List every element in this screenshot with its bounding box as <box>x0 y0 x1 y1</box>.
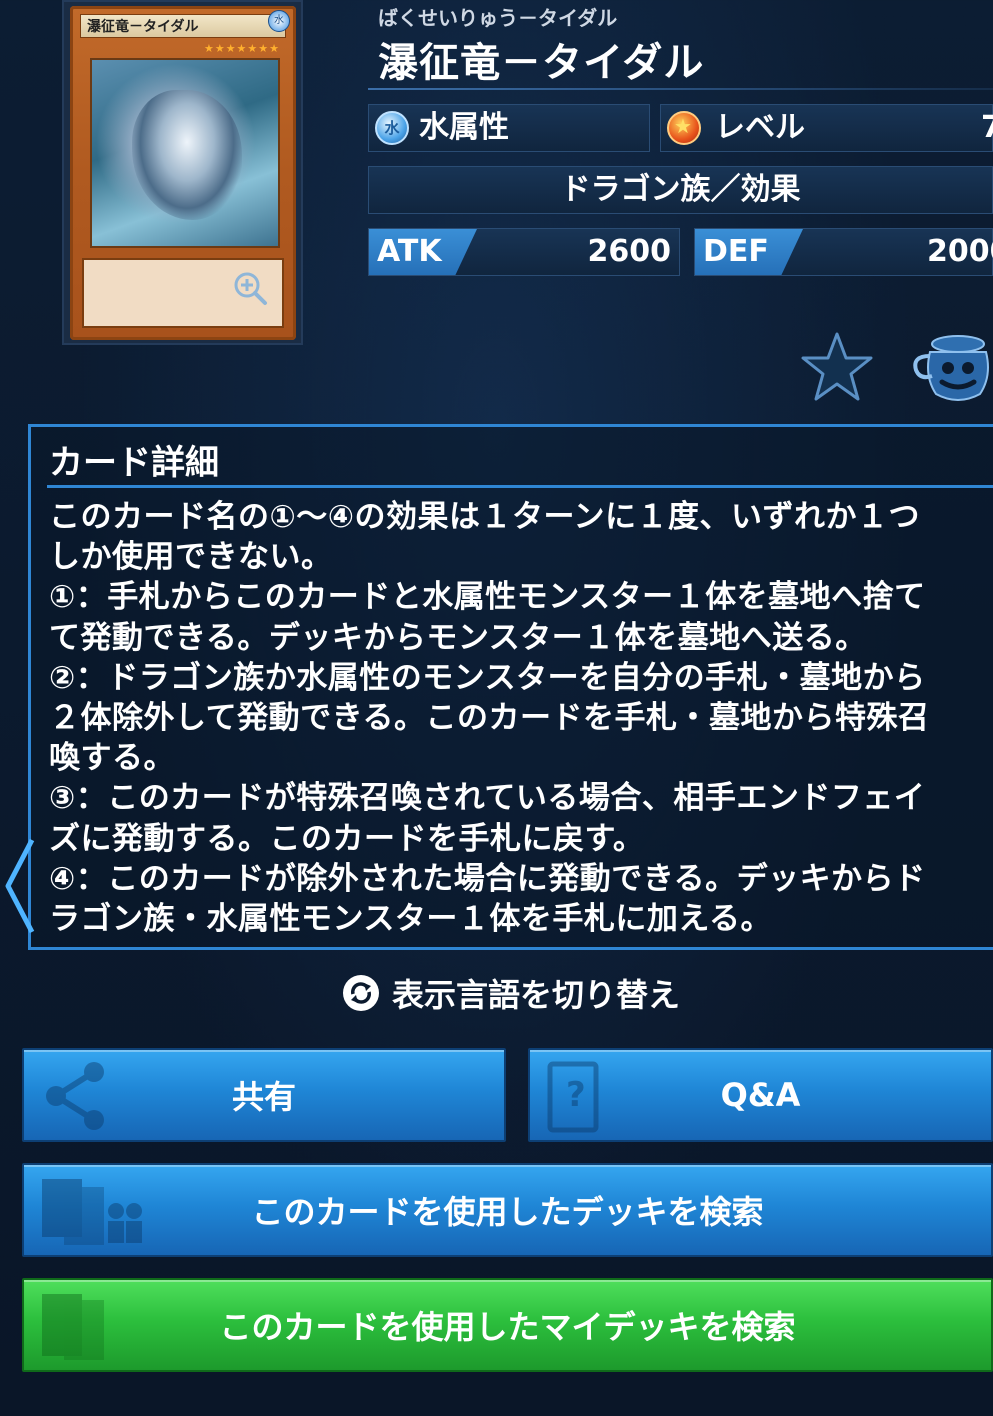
search-decks-button[interactable]: このカードを使用したデッキを検索 <box>22 1163 993 1257</box>
share-button[interactable]: 共有 <box>22 1048 506 1142</box>
star-outline-icon[interactable] <box>800 330 874 404</box>
switch-language-button[interactable]: 表示言語を切り替え <box>342 970 680 1016</box>
card-detail-heading: カード詳細 <box>49 443 219 483</box>
svg-text:?: ? <box>566 1075 586 1115</box>
card-name-title: 瀑征竜－タイダル <box>378 40 705 86</box>
zoom-in-icon[interactable] <box>232 270 268 306</box>
level-value: 7 <box>981 110 993 145</box>
level-field: レベル 7 <box>660 104 993 152</box>
qa-card-icon: ? <box>547 1061 599 1133</box>
card-image-name: 瀑征竜－タイダル <box>80 14 286 38</box>
card-image-attribute-icon: 水 <box>268 10 290 32</box>
card-illustration <box>90 58 280 248</box>
share-icon <box>46 1062 104 1130</box>
card-image-level-stars: ★★★★★★★ <box>203 42 280 55</box>
title-divider <box>368 88 993 90</box>
search-my-decks-label: このカードを使用したマイデッキを検索 <box>219 1308 796 1346</box>
level-label: レベル <box>715 110 805 145</box>
def-field: DEF 2000 <box>694 228 993 276</box>
def-value: 2000 <box>927 234 993 269</box>
switch-language-label: 表示言語を切り替え <box>392 976 681 1014</box>
deck-users-icon <box>42 1179 142 1245</box>
share-label: 共有 <box>231 1078 296 1116</box>
card-detail-divider <box>47 485 993 488</box>
def-label: DEF <box>695 229 803 275</box>
card-name-ruby: ばくせいりゅう－タイダル <box>378 6 618 30</box>
card-effect-text: このカード名の①～④の効果は１ターンに１度、いずれか１つ しか使用できない。 ①… <box>49 499 930 938</box>
refresh-icon <box>343 975 379 1011</box>
level-star-icon <box>667 111 701 145</box>
attribute-field: 水 水属性 <box>368 104 650 152</box>
monster-type: ドラゴン族／効果 <box>560 172 801 207</box>
search-decks-label: このカードを使用したデッキを検索 <box>251 1193 764 1231</box>
card-image[interactable]: 瀑征竜－タイダル 水 ★★★★★★★ <box>62 0 303 345</box>
chevron-left-icon[interactable] <box>0 836 40 936</box>
atk-field: ATK 2600 <box>368 228 680 276</box>
atk-value: 2600 <box>587 234 672 269</box>
search-my-decks-button[interactable]: このカードを使用したマイデッキを検索 <box>22 1278 993 1372</box>
attribute-value: 水属性 <box>419 110 509 145</box>
card-text-box <box>82 258 284 328</box>
atk-label: ATK <box>369 229 477 275</box>
qa-button[interactable]: ? Q&A <box>528 1048 993 1142</box>
dragon-illustration <box>132 90 242 220</box>
my-deck-icon <box>42 1294 104 1360</box>
card-artwork-frame: 瀑征竜－タイダル 水 ★★★★★★★ <box>70 6 296 340</box>
water-attribute-icon: 水 <box>375 111 409 145</box>
card-detail-panel: カード詳細 このカード名の①～④の効果は１ターンに１度、いずれか１つ しか使用で… <box>28 424 993 950</box>
pot-of-greed-icon[interactable] <box>910 330 993 404</box>
type-field: ドラゴン族／効果 <box>368 166 993 214</box>
qa-label: Q&A <box>720 1076 801 1114</box>
